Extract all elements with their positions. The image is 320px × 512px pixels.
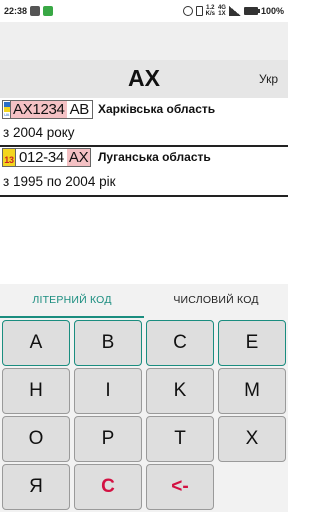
letter-keyboard: A B C E H I K M O P T X Я C <- <box>0 318 288 512</box>
plate-number: AX1234 <box>11 101 67 118</box>
ua-flag-icon: UA <box>3 101 11 118</box>
key-c[interactable]: C <box>146 320 214 366</box>
divider <box>0 195 288 197</box>
key-i[interactable]: I <box>74 368 142 414</box>
app-notification-icon <box>43 6 54 16</box>
key-b[interactable]: B <box>74 320 142 366</box>
divider <box>0 145 288 147</box>
key-t[interactable]: T <box>146 416 214 462</box>
code-header: AX Укр <box>0 60 288 98</box>
network-speed-unit: K/s <box>205 11 215 17</box>
backspace-button[interactable]: <- <box>146 464 214 510</box>
signal-icon <box>228 6 241 16</box>
key-a[interactable]: A <box>2 320 70 366</box>
tab-letter-code[interactable]: ЛІТЕРНИЙ КОД <box>0 284 144 318</box>
region-name: Харківська область <box>98 102 216 116</box>
plate-series: AX <box>66 149 91 166</box>
key-h[interactable]: H <box>2 368 70 414</box>
years-range: з 1995 по 2004 рік <box>3 174 116 189</box>
app-bar <box>0 22 288 60</box>
flag-label: UA <box>4 112 9 117</box>
network-type-1x: 1X <box>218 11 226 17</box>
keyboard-tabs: ЛІТЕРНИЙ КОД ЧИСЛОВИЙ КОД <box>0 284 288 318</box>
key-m[interactable]: M <box>218 368 286 414</box>
entered-code: AX <box>128 65 160 91</box>
region-name: Луганська область <box>98 150 211 164</box>
battery-icon <box>243 7 260 15</box>
status-bar: 22:38 1.2 K/s 4G 1X 100% <box>0 0 288 22</box>
plate-row: UA AX1234 AB <box>2 100 94 119</box>
plate-series: AB <box>69 101 90 118</box>
sim-icon <box>195 6 203 16</box>
license-plate: UA AX1234 AB <box>2 100 94 119</box>
key-o[interactable]: O <box>2 416 70 462</box>
network-type: 4G 1X <box>218 5 226 17</box>
language-toggle[interactable]: Укр <box>259 72 278 86</box>
alarm-icon <box>182 6 193 16</box>
license-plate: 13 012-34 AX <box>2 148 92 167</box>
gallery-icon <box>30 6 41 16</box>
key-k[interactable]: K <box>146 368 214 414</box>
status-time: 22:38 <box>4 6 28 16</box>
clear-button[interactable]: C <box>74 464 142 510</box>
key-x[interactable]: X <box>218 416 286 462</box>
network-speed: 1.2 K/s <box>206 5 215 17</box>
battery-percent: 100% <box>260 6 284 16</box>
years-range: з 2004 року <box>3 125 75 140</box>
plate-row: 13 012-34 AX <box>2 148 92 167</box>
key-p[interactable]: P <box>74 416 142 462</box>
tab-number-code[interactable]: ЧИСЛОВИЙ КОД <box>144 284 288 318</box>
key-ya[interactable]: Я <box>2 464 70 510</box>
key-e[interactable]: E <box>218 320 286 366</box>
plate-number: 012-34 <box>19 149 64 166</box>
plate-region-code: 13 <box>3 149 16 166</box>
